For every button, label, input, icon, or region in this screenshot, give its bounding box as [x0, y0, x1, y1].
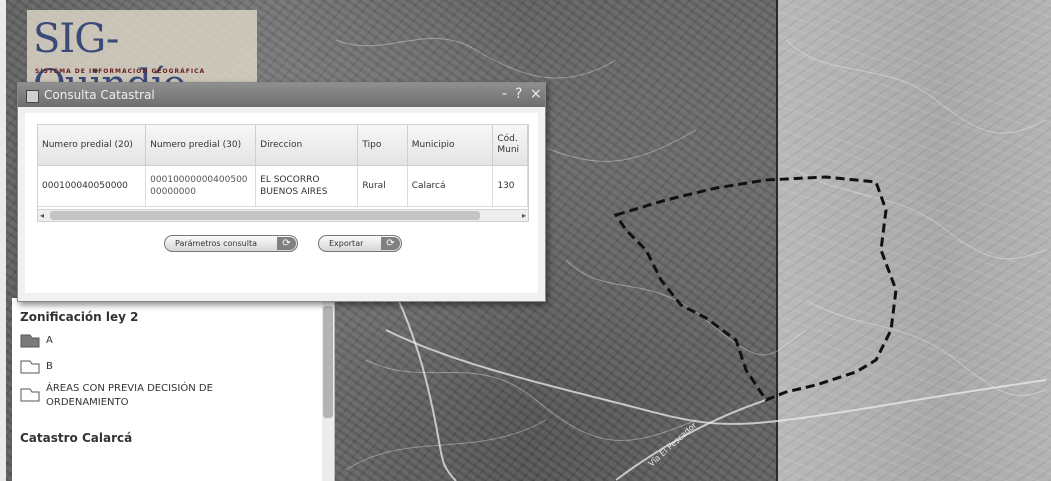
contour-line	[345, 419, 547, 471]
dialog-title: Consulta Catastral	[44, 88, 155, 102]
button-label: Parámetros consulta	[175, 239, 257, 248]
cell-numero-30: 0001000000040050000000000	[145, 165, 257, 207]
scroll-left-icon[interactable]: ◂	[40, 210, 44, 221]
column-header[interactable]: Cód. Muni	[492, 125, 528, 166]
column-header[interactable]: Municipio	[407, 125, 494, 166]
contour-line	[785, 39, 1047, 134]
contour-line	[795, 169, 1047, 260]
export-icon: ⟳	[381, 237, 400, 250]
exportar-button[interactable]: Exportar ⟳	[318, 235, 402, 252]
map-road	[385, 329, 1047, 425]
cell-municipio: Calarcá	[407, 165, 494, 207]
table-header-row: Numero predial (20) Numero predial (30) …	[38, 125, 528, 166]
results-grid: Numero predial (20) Numero predial (30) …	[37, 124, 529, 222]
legend-scrollbar-thumb[interactable]	[323, 306, 333, 418]
dialog-body: Numero predial (20) Numero predial (30) …	[25, 113, 538, 293]
contour-line	[805, 299, 1047, 396]
contour-line	[565, 259, 807, 356]
legend-item-label: ÁREAS CON PREVIA DECISIÓN DE ORDENAMIENT…	[46, 383, 213, 408]
close-button[interactable]: ×	[530, 85, 542, 103]
legend-scrollbar[interactable]	[322, 298, 334, 481]
app-logo: SIG-Quindío SISTEMA DE INFORMACIÓN GEOGR…	[27, 10, 257, 108]
column-header[interactable]: Tipo	[357, 125, 408, 166]
legend-item-areas-previa-decision: ÁREAS CON PREVIA DECISIÓN DE ORDENAMIENT…	[20, 382, 250, 410]
consulta-catastral-dialog: Consulta Catastral - ? × Numero predial …	[17, 82, 546, 302]
results-table: Numero predial (20) Numero predial (30) …	[38, 125, 528, 207]
cell-tipo: Rural	[357, 165, 408, 207]
parcel-boundary[interactable]	[613, 175, 898, 402]
grid-horizontal-scrollbar[interactable]: ◂ ▸	[38, 209, 528, 221]
column-header[interactable]: Numero predial (20)	[38, 125, 147, 166]
minimize-button[interactable]: -	[502, 85, 507, 103]
contour-line	[365, 359, 697, 441]
legend-item-label: B	[46, 361, 53, 372]
logo-subtitle: SISTEMA DE INFORMACIÓN GEOGRÁFICA	[35, 68, 206, 75]
legend-section-title: Catastro Calarcá	[20, 431, 133, 445]
polygon-swatch-icon	[20, 360, 40, 374]
grid-scrollbar-thumb[interactable]	[50, 211, 480, 220]
column-header[interactable]: Direccion	[255, 125, 359, 166]
cell-direccion: EL SOCORRO BUENOS AIRES	[255, 165, 359, 207]
parametros-consulta-button[interactable]: Parámetros consulta ⟳	[164, 235, 298, 252]
legend-section-title: Zonificación ley 2	[20, 310, 139, 324]
column-header[interactable]: Numero predial (30)	[145, 125, 257, 166]
polygon-swatch-icon	[20, 388, 40, 402]
legend-panel: Zonificación ley 2 A B ÁREAS CON PREVIA …	[12, 298, 335, 481]
scroll-right-icon[interactable]: ▸	[522, 210, 526, 221]
cell-cod-muni: 130	[492, 165, 528, 207]
dialog-titlebar[interactable]: Consulta Catastral - ? ×	[18, 83, 545, 107]
button-label: Exportar	[329, 239, 364, 248]
help-button[interactable]: ?	[515, 85, 522, 103]
polygon-swatch-icon	[20, 334, 40, 348]
cell-numero-20: 000100040050000	[38, 165, 147, 207]
refresh-icon: ⟳	[277, 237, 296, 250]
legend-item-a: A	[20, 334, 53, 348]
table-row[interactable]: 000100040050000 000100000004005000000000…	[38, 165, 528, 207]
window-icon	[26, 90, 39, 103]
contour-line	[335, 37, 617, 79]
map-road	[615, 399, 767, 481]
legend-item-label: A	[46, 335, 53, 346]
legend-item-b: B	[20, 360, 53, 374]
